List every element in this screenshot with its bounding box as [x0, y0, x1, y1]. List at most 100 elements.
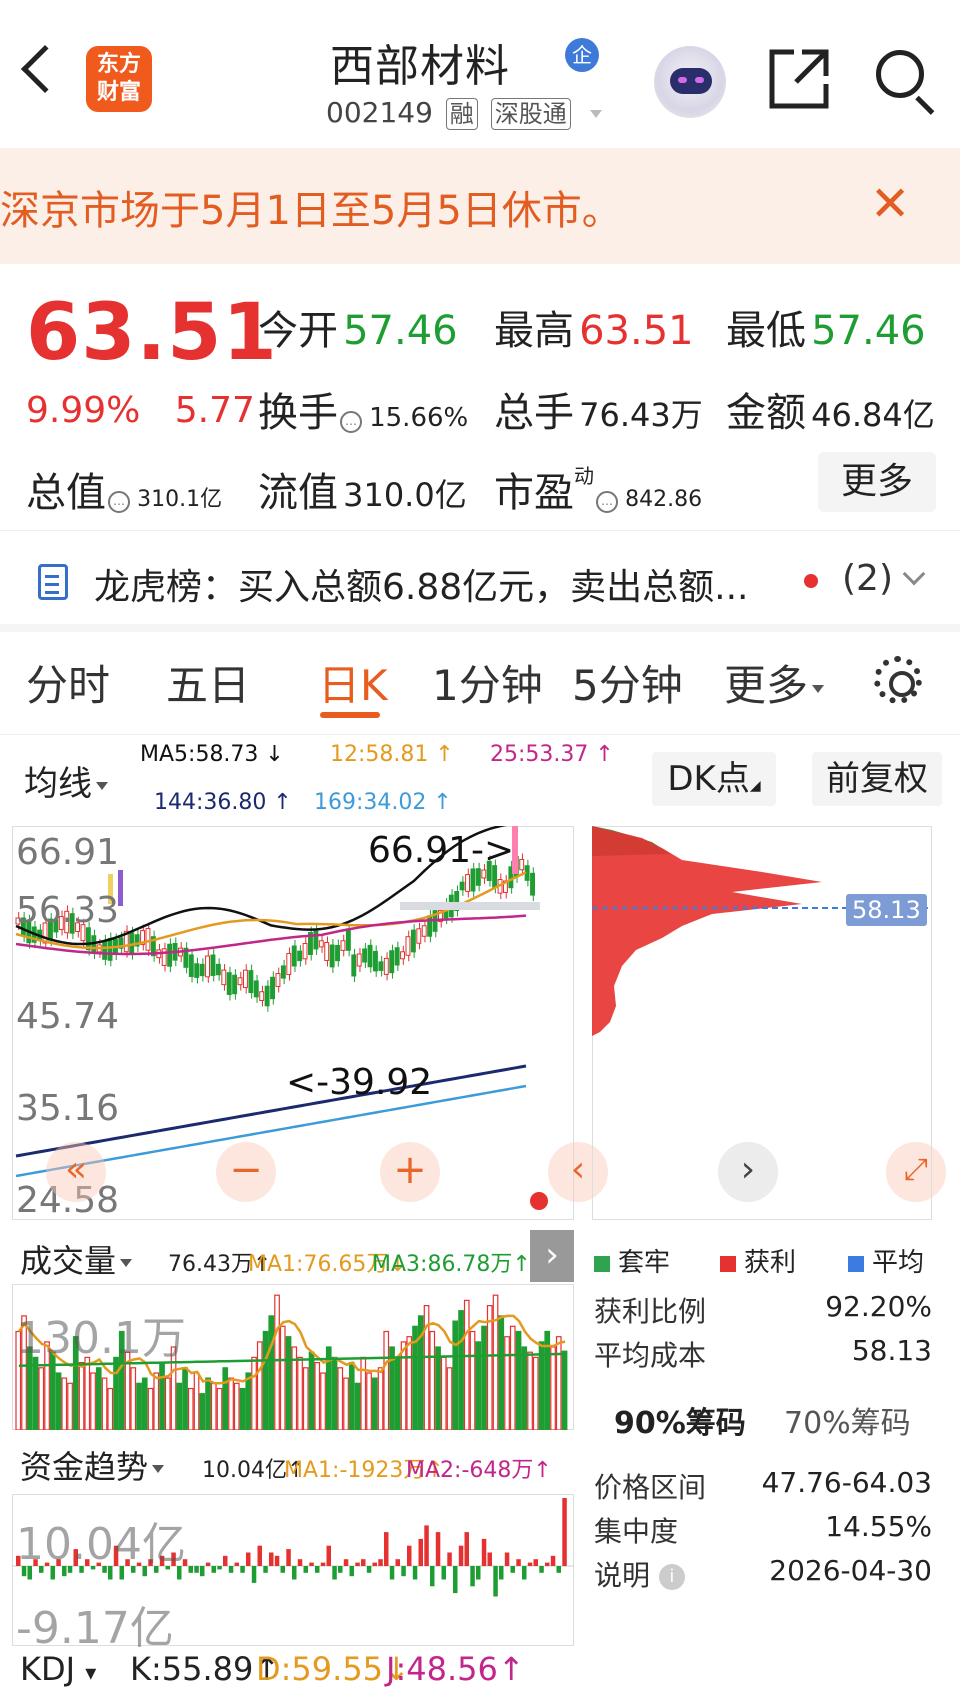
fund-bar [516, 1559, 521, 1566]
volume-bar [302, 1367, 309, 1430]
low-value: 57.46 [811, 308, 926, 354]
candle [270, 976, 276, 1000]
ma12-legend: 12:58.81 ↑ [330, 742, 454, 767]
volume-bar [297, 1356, 303, 1430]
fund-bar [401, 1566, 406, 1577]
info-icon[interactable]: i [658, 1564, 685, 1590]
volume-selector[interactable]: 成交量 [20, 1236, 133, 1282]
chip-distribution-chart[interactable] [592, 826, 932, 1220]
close-icon[interactable]: ✕ [870, 176, 910, 232]
zoom-out-icon[interactable]: − [216, 1142, 276, 1202]
amount-value: 46.84亿 [811, 396, 935, 434]
concentration-label: 集中度 [594, 1515, 679, 1548]
candle [459, 881, 465, 891]
fund-bar [361, 1559, 366, 1566]
candle [378, 961, 384, 971]
fund-ma1-value: MA1:-1923万 [284, 1458, 426, 1483]
chevron-down-icon[interactable] [902, 562, 926, 586]
tab-70-chips[interactable]: 70%筹码 [784, 1398, 911, 1442]
gear-icon[interactable] [874, 656, 922, 704]
fund-bar [435, 1532, 441, 1566]
legend-average-label: 平均 [872, 1248, 925, 1278]
high-label: 最高 [494, 308, 574, 354]
candle [410, 929, 416, 953]
candle [465, 874, 471, 892]
ma-selector[interactable]: 均线 [24, 756, 108, 805]
volume-bar [279, 1325, 286, 1430]
low-item: 最低 57.46 [726, 298, 926, 356]
adjust-button[interactable]: 前复权 [812, 752, 942, 806]
ma12-value: 12:58.81 [330, 742, 429, 767]
volume-bar [113, 1356, 119, 1430]
low-label: 最低 [726, 308, 806, 354]
dropdown-icon [96, 781, 108, 790]
notice-text: 深京市场于5月1日至5月5日休市。 [0, 188, 622, 234]
fund-bar [366, 1566, 372, 1573]
volume-bar [130, 1367, 137, 1430]
info-icon[interactable]: … [108, 490, 130, 513]
dk-point-button[interactable]: DK点◢ [652, 752, 776, 806]
float-item: 流值 310.0亿 [258, 460, 467, 518]
pe-superscript: 动 [574, 464, 594, 488]
candle [302, 943, 308, 960]
fund-selector[interactable]: 资金趋势 [20, 1442, 165, 1488]
more-quote-button[interactable]: 更多 [818, 452, 936, 512]
tab-5min[interactable]: 5分钟 [572, 652, 683, 713]
fund-bar [504, 1552, 510, 1566]
document-icon [38, 564, 68, 600]
tab-90-chips[interactable]: 90%筹码 [614, 1398, 746, 1442]
candle [275, 973, 281, 987]
lhb-text[interactable]: 龙虎榜：买入总额6.88亿元，卖出总额... [94, 558, 749, 610]
fund-bar [539, 1566, 544, 1573]
fund-bar [223, 1555, 228, 1566]
last-price: 63.51 [26, 288, 278, 378]
volume-bar [331, 1356, 338, 1430]
candle [253, 980, 259, 998]
volume-bar [452, 1320, 459, 1430]
search-icon[interactable] [876, 50, 924, 98]
tab-more[interactable]: 更多 [724, 652, 825, 713]
tab-intraday[interactable]: 分时 [26, 652, 110, 713]
candle [167, 943, 173, 967]
fund-bar [234, 1562, 239, 1566]
candle [243, 969, 248, 989]
dropdown-icon [152, 1465, 165, 1473]
kdj-selector[interactable]: KDJ ▾ [20, 1650, 96, 1688]
rewind-icon[interactable]: « [46, 1142, 106, 1202]
chips-profit-area [592, 826, 822, 1036]
candle [221, 969, 227, 986]
assistant-face [670, 68, 712, 94]
back-icon[interactable] [20, 44, 70, 94]
share-icon[interactable] [768, 48, 830, 110]
volume-bar [256, 1341, 263, 1430]
legend-trapped-label: 套牢 [618, 1248, 671, 1278]
legend-profit: 获利 [720, 1242, 796, 1279]
dropdown-icon[interactable] [589, 110, 602, 118]
price-range-label: 价格区间 [594, 1471, 707, 1504]
zoom-in-icon[interactable]: + [380, 1142, 440, 1202]
open-label: 今开 [258, 308, 338, 354]
fund-bar [533, 1559, 538, 1566]
volume-bar [153, 1372, 160, 1430]
ma25-value: 25:53.37 [490, 742, 589, 767]
volume-bar [314, 1361, 321, 1430]
fund-ma2: MA2:-648万↑ [406, 1458, 552, 1483]
expand-panel-icon[interactable]: › [530, 1230, 574, 1282]
candle [145, 928, 151, 951]
tab-1min[interactable]: 1分钟 [432, 652, 543, 713]
fund-bar [188, 1566, 193, 1573]
info-icon[interactable]: … [596, 490, 618, 513]
tab-daily-k[interactable]: 日K [318, 652, 388, 713]
mktcap-value: 310.1亿 [137, 487, 223, 512]
info-icon[interactable]: … [340, 410, 362, 433]
candle [199, 963, 205, 977]
notice-banner: 深京市场于5月1日至5月5日休市。 ✕ [0, 148, 960, 264]
volume-current-value: 76.43万 [168, 1252, 253, 1277]
fund-selector-label: 资金趋势 [20, 1448, 149, 1486]
connect-tag: 深股通 [490, 98, 571, 130]
tab-five-day[interactable]: 五日 [166, 652, 250, 713]
candle [335, 945, 341, 962]
volume-bar [504, 1336, 510, 1430]
fund-bar [303, 1566, 308, 1573]
fund-bar [194, 1566, 199, 1573]
